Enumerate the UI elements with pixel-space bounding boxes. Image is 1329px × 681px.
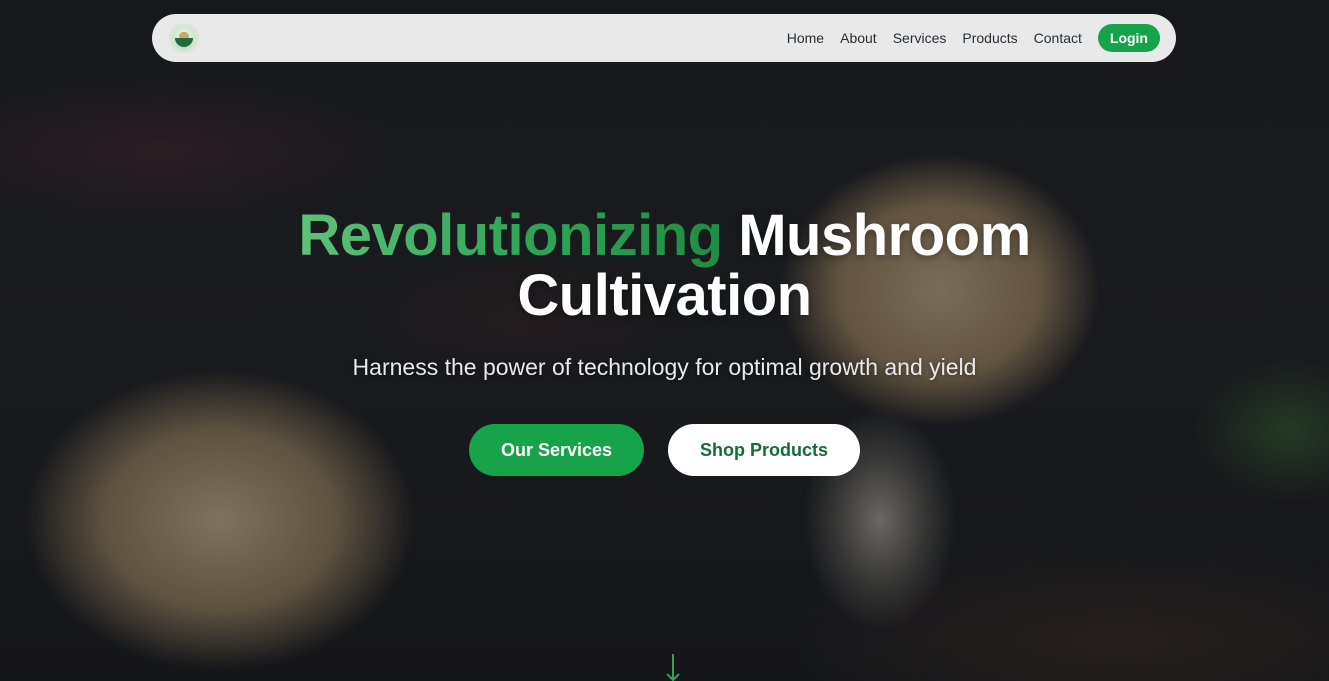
our-services-button[interactable]: Our Services: [468, 424, 645, 476]
nav-link-products[interactable]: Products: [962, 30, 1017, 46]
shop-products-button[interactable]: Shop Products: [668, 424, 861, 476]
hero-subtitle: Harness the power of technology for opti…: [352, 354, 977, 380]
logo-icon[interactable]: [172, 26, 196, 50]
nav-links: Home About Services Products Contact Log…: [771, 24, 1160, 52]
cta-buttons: Our Services Shop Products: [0, 424, 1329, 476]
nav-link-contact[interactable]: Contact: [1034, 30, 1082, 46]
hero-title-rest: Mushroom: [738, 203, 1031, 268]
hero-title-line2: Cultivation: [517, 263, 812, 328]
login-button[interactable]: Login: [1097, 24, 1160, 52]
hero-title: Revolutionizing Mushroom Cultivation: [0, 206, 1329, 326]
nav-link-about[interactable]: About: [840, 30, 877, 46]
navbar: Home About Services Products Contact Log…: [152, 14, 1176, 62]
nav-link-home[interactable]: Home: [787, 30, 824, 46]
arrow-down-icon[interactable]: [664, 652, 682, 681]
hero-overlay: [0, 0, 1329, 681]
hero-title-accent: Revolutionizing: [298, 203, 723, 268]
nav-link-services[interactable]: Services: [893, 30, 947, 46]
